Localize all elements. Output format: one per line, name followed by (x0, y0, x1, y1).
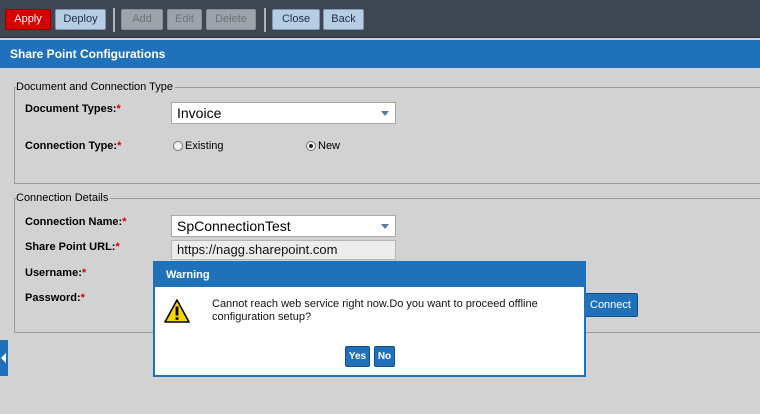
radio-existing[interactable] (173, 141, 183, 151)
document-types-label-text: Document Types: (25, 103, 117, 115)
back-button[interactable]: Back (323, 9, 364, 30)
required-marker: * (81, 267, 87, 279)
dialog-message: Cannot reach web service right now.Do yo… (212, 298, 538, 323)
password-label: Password:* (25, 292, 85, 304)
apply-button[interactable]: Apply (5, 9, 51, 30)
deploy-button[interactable]: Deploy (55, 9, 106, 30)
password-label-text: Password: (25, 292, 81, 304)
document-types-value: Invoice (177, 105, 222, 121)
yes-button[interactable]: Yes (345, 346, 370, 367)
conn-section-legend: Connection Details (16, 192, 111, 204)
close-button[interactable]: Close (272, 9, 320, 30)
warning-icon (164, 299, 190, 323)
share-point-url-label: Share Point URL:* (25, 241, 120, 253)
required-marker: * (115, 241, 120, 253)
no-button[interactable]: No (374, 346, 395, 367)
doc-section-legend: Document and Connection Type (16, 81, 175, 93)
connection-name-label: Connection Name:* (25, 216, 126, 228)
chevron-down-icon (381, 111, 389, 116)
connection-name-select[interactable]: SpConnectionTest (171, 215, 396, 237)
connection-name-label-text: Connection Name: (25, 216, 123, 228)
radio-existing-label: Existing (185, 140, 224, 152)
connection-type-label-text: Connection Type: (25, 140, 118, 152)
edit-button[interactable]: Edit (167, 9, 202, 30)
radio-new-label: New (318, 140, 341, 152)
toolbar: Apply Deploy Add Edit Delete Close Back (0, 0, 760, 38)
username-label: Username:* (25, 267, 86, 279)
add-button[interactable]: Add (121, 9, 163, 30)
page-title: Share Point Configurations (0, 40, 760, 68)
connect-button[interactable]: Connect (583, 293, 638, 317)
required-marker: * (80, 292, 85, 304)
document-types-select[interactable]: Invoice (171, 102, 396, 124)
connection-type-label: Connection Type:* (25, 140, 121, 152)
required-marker: * (116, 103, 121, 115)
radio-new[interactable] (306, 141, 316, 151)
chevron-down-icon (381, 224, 389, 229)
toolbar-separator (113, 8, 115, 32)
collapse-panel-icon[interactable] (0, 340, 8, 376)
connection-name-value: SpConnectionTest (177, 218, 291, 234)
username-label-text: Username: (25, 267, 82, 279)
share-point-url-label-text: Share Point URL: (25, 241, 116, 253)
document-types-label: Document Types:* (25, 103, 121, 115)
required-marker: * (122, 216, 127, 228)
toolbar-separator (264, 8, 266, 32)
dialog-title: Warning (155, 263, 584, 287)
delete-button[interactable]: Delete (206, 9, 256, 30)
warning-dialog: Warning Cannot reach web service right n… (153, 261, 586, 377)
required-marker: * (117, 140, 122, 152)
share-point-url-input[interactable]: https://nagg.sharepoint.com (171, 240, 396, 260)
